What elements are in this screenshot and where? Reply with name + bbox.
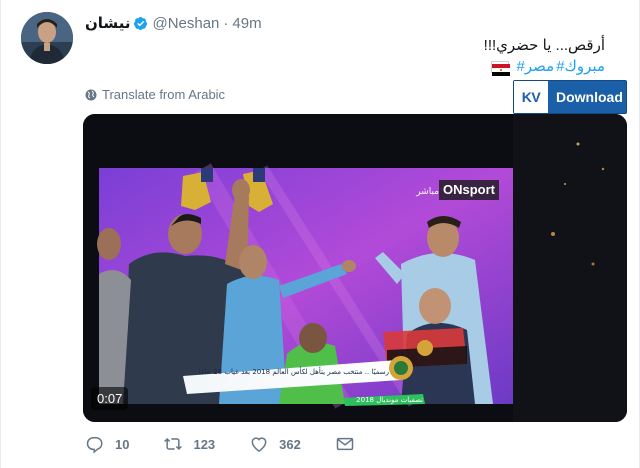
- display-name[interactable]: نيشان: [85, 14, 130, 32]
- like-icon: [251, 437, 267, 452]
- translate-label[interactable]: Translate from Arabic: [102, 87, 225, 102]
- direct-message-button[interactable]: [335, 434, 365, 454]
- tweet-actions: 10 123 362: [85, 434, 365, 454]
- globe-icon: [85, 89, 97, 101]
- retweet-count: 123: [193, 436, 216, 452]
- tweet[interactable]: نيشان @Neshan · 49m أرقص... يا حضري!!! #…: [0, 0, 640, 468]
- video-player[interactable]: ONsport مباشر رسميًا .. منتخب مصر يتأهل …: [83, 114, 627, 422]
- egypt-flag-icon: [490, 61, 510, 76]
- timestamp[interactable]: 49m: [232, 15, 261, 32]
- retweet-button[interactable]: 123: [163, 434, 215, 454]
- channel-logo: ONsport: [443, 182, 496, 197]
- tweet-text: أرقص... يا حضري!!!: [483, 37, 605, 54]
- reply-count: 10: [115, 436, 130, 452]
- kv-logo: KV: [514, 81, 548, 113]
- reply-icon: [86, 437, 103, 454]
- avatar[interactable]: [21, 12, 73, 64]
- tweet-header: نيشان @Neshan · 49m: [85, 13, 262, 33]
- download-label: Download: [556, 89, 623, 105]
- hashtag-line: #مصر #مبروك: [490, 57, 605, 77]
- kv-download-button[interactable]: KV Download: [513, 80, 627, 114]
- separator-dot: ·: [223, 14, 229, 32]
- direct-message-icon: [336, 437, 354, 451]
- video-frame: ONsport مباشر رسميًا .. منتخب مصر يتأهل …: [83, 114, 627, 422]
- hashtag-link[interactable]: #مبروك: [556, 57, 605, 77]
- reply-button[interactable]: 10: [85, 434, 129, 454]
- video-duration-badge: 0:07: [91, 387, 129, 410]
- live-label: مباشر: [415, 187, 439, 197]
- handle[interactable]: @Neshan: [152, 15, 219, 32]
- like-count: 362: [279, 436, 301, 452]
- hashtag-link[interactable]: #مصر: [517, 57, 555, 77]
- like-button[interactable]: 362: [249, 434, 301, 454]
- ticker-subtitle: تصفيات مونديال 2018: [356, 396, 423, 404]
- ticker-text: رسميًا .. منتخب مصر يتأهل لكأس العالم 20…: [199, 366, 389, 376]
- translate-link[interactable]: Translate from Arabic: [85, 87, 225, 102]
- retweet-icon: [164, 437, 183, 451]
- verified-badge-icon: [133, 16, 148, 31]
